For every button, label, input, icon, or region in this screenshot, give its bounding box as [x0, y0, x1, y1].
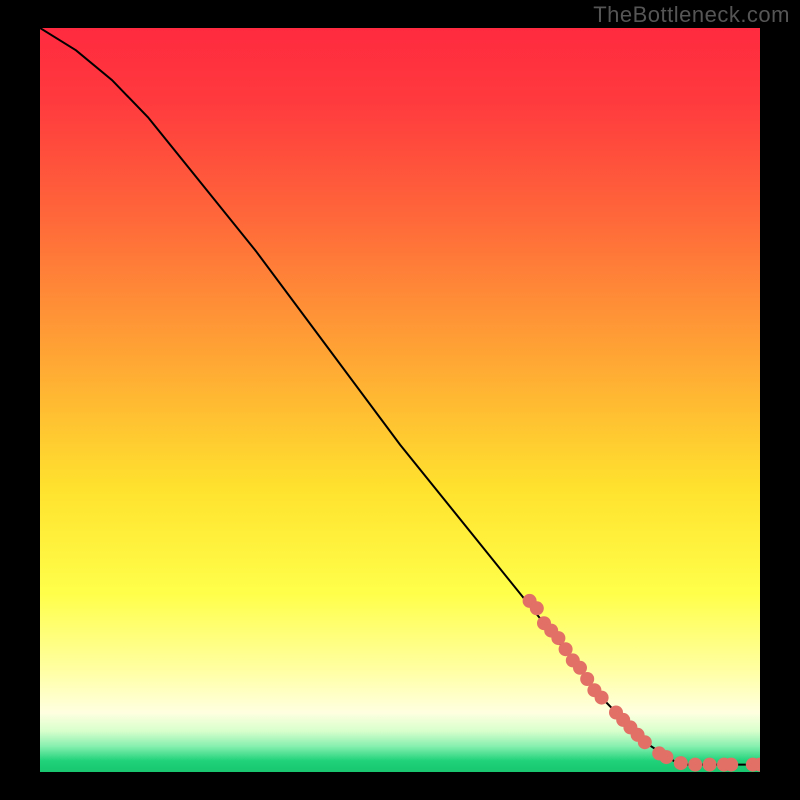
data-marker	[530, 601, 544, 615]
watermark-text: TheBottleneck.com	[593, 2, 790, 28]
gradient-background	[40, 28, 760, 772]
data-marker	[595, 691, 609, 705]
data-marker	[703, 758, 717, 772]
data-marker	[724, 758, 738, 772]
data-marker	[688, 758, 702, 772]
data-marker	[674, 756, 688, 770]
data-marker	[659, 750, 673, 764]
bottleneck-chart	[0, 0, 800, 800]
chart-frame: TheBottleneck.com	[0, 0, 800, 800]
data-marker	[638, 735, 652, 749]
data-marker	[753, 758, 767, 772]
